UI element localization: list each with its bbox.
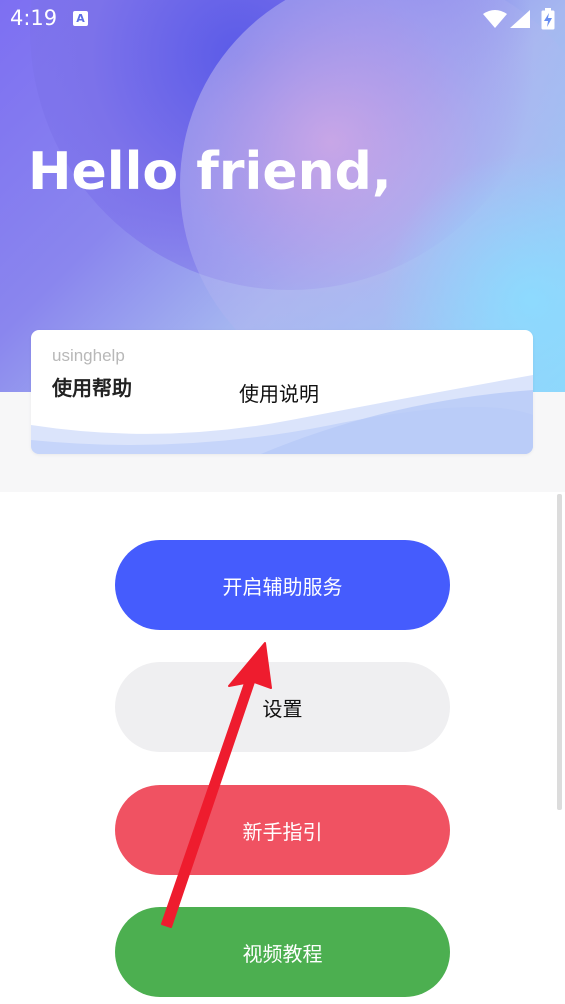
status-time: 4:19 xyxy=(10,6,58,30)
scrollbar[interactable] xyxy=(557,494,562,810)
greeting-heading: Hello friend, xyxy=(28,142,392,202)
signal-icon xyxy=(510,10,530,28)
settings-button[interactable]: 设置 xyxy=(115,662,450,752)
video-tutorial-button[interactable]: 视频教程 xyxy=(115,907,450,997)
help-card-title: 使用帮助 xyxy=(52,376,132,400)
enable-accessibility-button[interactable]: 开启辅助服务 xyxy=(115,540,450,630)
status-bar: 4:19 A xyxy=(0,0,565,38)
battery-charging-icon xyxy=(541,8,555,30)
notification-icon: A xyxy=(73,11,88,26)
app-screen: 4:19 A Hello friend, usinghelp 使用帮助 使用说明… xyxy=(0,0,565,1004)
help-card-subtitle: usinghelp xyxy=(52,346,125,365)
help-card[interactable]: usinghelp 使用帮助 使用说明 xyxy=(31,330,533,454)
usage-instructions-link[interactable]: 使用说明 xyxy=(239,378,319,407)
beginner-guide-button[interactable]: 新手指引 xyxy=(115,785,450,875)
wifi-icon xyxy=(483,10,507,28)
